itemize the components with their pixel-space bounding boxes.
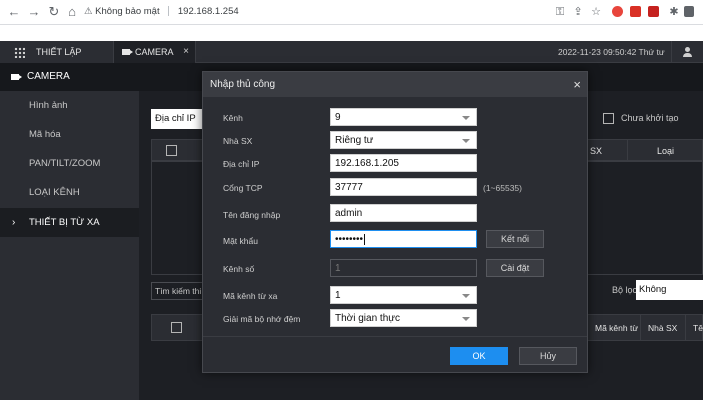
- extension-icon[interactable]: [612, 6, 623, 17]
- tab-camera[interactable]: CAMERA ×: [113, 41, 196, 63]
- app-header: THIẾT LẬP CAMERA × 2022-11-23 09:50:42 T…: [0, 41, 703, 63]
- tab-setup-label: THIẾT LẬP: [36, 47, 82, 57]
- grid-icon: [14, 47, 25, 58]
- cancel-button[interactable]: Hủy: [519, 347, 577, 365]
- column-header: Mã kênh từ: [595, 323, 639, 333]
- sidebar-item-label: LOẠI KÊNH: [29, 187, 80, 198]
- channel-no-input: 1: [330, 259, 477, 277]
- port-range-hint: (1~65535): [483, 183, 522, 193]
- sidebar-item-ptz[interactable]: PAN/TILT/ZOOM: [0, 149, 139, 178]
- puzzle-icon[interactable]: ✱: [666, 4, 682, 20]
- back-icon[interactable]: ←: [6, 4, 22, 20]
- sidebar-item-label: THIẾT BỊ TỪ XA: [29, 217, 100, 228]
- chevron-down-icon: [462, 139, 470, 143]
- column-header: Nhà SX: [648, 323, 678, 333]
- key-icon[interactable]: ⚿: [552, 4, 568, 20]
- browser-toolbar: ← → ↻ ⌂ ⚠ Không bảo mật 192.168.1.254 ⚿ …: [0, 0, 703, 25]
- tab-setup[interactable]: THIẾT LẬP: [0, 41, 113, 63]
- warning-icon: ⚠: [84, 6, 93, 17]
- manufacturer-select[interactable]: Riêng tư: [330, 131, 477, 149]
- datetime: 2022-11-23 09:50:42 Thứ tư: [558, 47, 665, 57]
- decode-buffer-label: Giải mã bộ nhớ đệm: [223, 314, 301, 324]
- camera-icon: [11, 74, 22, 80]
- channel-label: Kênh: [223, 113, 243, 123]
- share-icon[interactable]: ⇪: [570, 4, 586, 20]
- sidebar-item-label: Mã hóa: [29, 129, 61, 140]
- chevron-right-icon: ›: [12, 217, 16, 228]
- select-all-checkbox[interactable]: [166, 145, 177, 156]
- uninitialized-checkbox[interactable]: [603, 113, 614, 124]
- remote-channel-select[interactable]: 1: [330, 286, 477, 304]
- section-title: CAMERA: [27, 71, 70, 82]
- chevron-down-icon: [462, 116, 470, 120]
- home-icon[interactable]: ⌂: [64, 4, 80, 20]
- dialog-title: Nhập thủ công: [210, 79, 276, 90]
- forward-icon[interactable]: →: [26, 4, 42, 20]
- column-header: Tê: [693, 323, 703, 333]
- app-root: ← → ↻ ⌂ ⚠ Không bảo mật 192.168.1.254 ⚿ …: [0, 0, 703, 400]
- close-icon[interactable]: ×: [573, 72, 581, 97]
- tab-camera-label: CAMERA: [135, 47, 174, 57]
- filter-label: Bộ lọc: [612, 285, 638, 295]
- chevron-down-icon: [462, 294, 470, 298]
- sidebar-item-channel-type[interactable]: LOẠI KÊNH: [0, 178, 139, 207]
- manual-add-dialog: Nhập thủ công × Kênh 9 Nhà SX Riêng tư Đ…: [202, 71, 588, 373]
- extension-icon[interactable]: [630, 6, 641, 17]
- sidebar: Hình ảnh Mã hóa PAN/TILT/ZOOM LOẠI KÊNH …: [0, 91, 139, 400]
- channel-no-label: Kênh số: [223, 264, 255, 274]
- tcp-port-input[interactable]: 37777: [330, 178, 477, 196]
- remote-channel-label: Mã kênh từ xa: [223, 291, 278, 301]
- search-input[interactable]: Tìm kiếm thi...: [151, 282, 203, 300]
- sidebar-item-label: Hình ảnh: [29, 100, 68, 111]
- chevron-down-icon: [462, 317, 470, 321]
- select-all-checkbox[interactable]: [171, 322, 182, 333]
- column-header: Loại: [657, 146, 675, 156]
- channel-select[interactable]: 9: [330, 108, 477, 126]
- dialog-header: Nhập thủ công ×: [203, 72, 587, 97]
- camera-icon: [122, 49, 133, 55]
- extension-icon[interactable]: [648, 6, 659, 17]
- sidebar-item-image[interactable]: Hình ảnh: [0, 91, 139, 120]
- address-type-select[interactable]: Địa chỉ IP: [151, 109, 205, 129]
- decode-buffer-select[interactable]: Thời gian thực: [330, 309, 477, 327]
- star-icon[interactable]: ☆: [588, 4, 604, 20]
- username-input[interactable]: admin: [330, 204, 477, 222]
- tcp-port-label: Cổng TCP: [223, 183, 263, 193]
- password-label: Mật khẩu: [223, 236, 258, 246]
- security-warning: Không bảo mật: [95, 6, 160, 17]
- manufacturer-label: Nhà SX: [223, 136, 253, 146]
- filter-select[interactable]: Không: [636, 280, 703, 300]
- column-header: SX: [590, 146, 603, 156]
- reload-icon[interactable]: ↻: [46, 4, 62, 20]
- address-bar[interactable]: ⚠ Không bảo mật 192.168.1.254: [84, 3, 554, 21]
- close-icon[interactable]: ×: [183, 41, 189, 63]
- user-icon[interactable]: [671, 41, 703, 63]
- username-label: Tên đăng nhập: [223, 210, 281, 220]
- password-input[interactable]: ••••••••: [330, 230, 477, 248]
- uninitialized-label: Chưa khởi tạo: [621, 113, 679, 123]
- sidebar-item-encode[interactable]: Mã hóa: [0, 120, 139, 149]
- settings-button[interactable]: Cài đặt: [486, 259, 544, 277]
- sidebar-item-remote-device[interactable]: › THIẾT BỊ TỪ XA: [0, 208, 139, 237]
- sidebar-item-label: PAN/TILT/ZOOM: [29, 158, 101, 169]
- ok-button[interactable]: OK: [450, 347, 508, 365]
- sidepanel-icon[interactable]: [684, 6, 694, 17]
- connect-button[interactable]: Kết nối: [486, 230, 544, 248]
- url-text: 192.168.1.254: [177, 6, 239, 17]
- ip-address-input[interactable]: 192.168.1.205: [330, 154, 477, 172]
- ip-label: Địa chỉ IP: [223, 159, 260, 169]
